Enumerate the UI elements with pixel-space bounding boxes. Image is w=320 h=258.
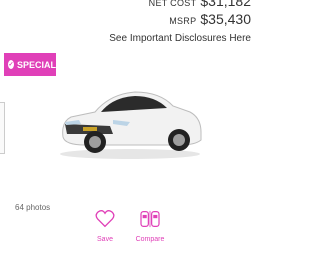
compare-label: Compare (135, 236, 165, 243)
msrp-value: $35,430 (200, 11, 251, 27)
msrp-label: MSRP (169, 16, 197, 26)
photo-count: 64 photos (15, 203, 51, 212)
check-circle-icon: ✓ (8, 60, 14, 69)
gallery-prev-handle[interactable] (0, 102, 5, 154)
save-label: Save (97, 236, 113, 243)
compare-button[interactable]: Compare (130, 210, 170, 243)
special-badge-label: SPECIAL (16, 59, 56, 70)
net-cost-label: NET COST (148, 0, 197, 8)
net-cost-row: NET COST $31,182 (148, 0, 251, 9)
msrp-row: MSRP $35,430 (149, 11, 251, 27)
special-badge: ✓ SPECIAL (4, 53, 56, 76)
car-compare-icon (140, 210, 160, 228)
net-cost-value: $31,182 (200, 0, 251, 9)
save-button[interactable]: Save (85, 210, 125, 243)
price-block: NET COST $31,182 MSRP $35,430 (148, 0, 251, 27)
vehicle-photo[interactable] (55, 82, 205, 162)
disclosures-link[interactable]: See Important Disclosures Here (109, 33, 251, 44)
heart-icon (95, 210, 115, 228)
